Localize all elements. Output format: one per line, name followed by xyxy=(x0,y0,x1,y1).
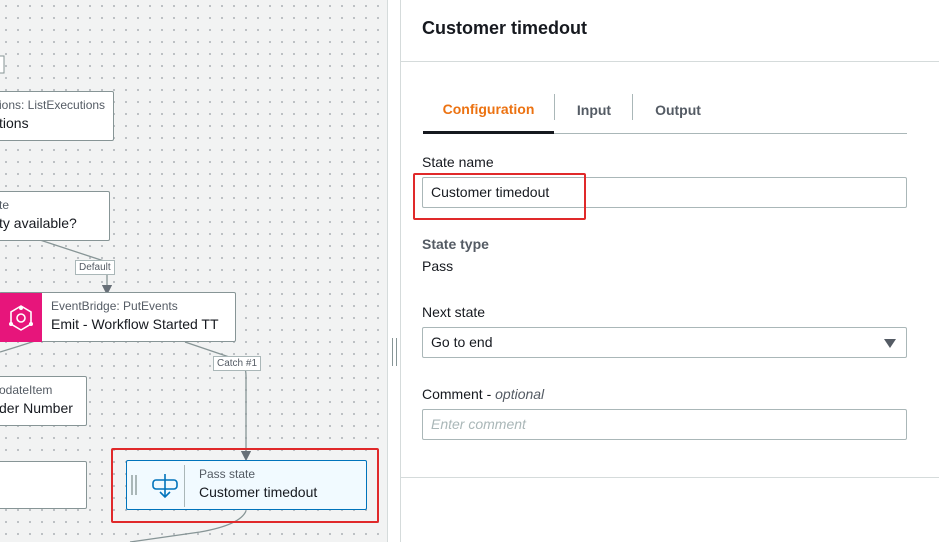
node-update-item[interactable]: odateItem der Number xyxy=(0,376,87,426)
tab-configuration[interactable]: Configuration xyxy=(423,86,554,134)
node-eventbridge-putevents[interactable]: EventBridge: PutEvents Emit - Workflow S… xyxy=(0,292,236,342)
node-sub-label: ions: ListExecutions xyxy=(0,98,106,112)
edge-label-default: Default xyxy=(75,260,115,275)
panel-title: Customer timedout xyxy=(422,18,588,38)
node-partial-left[interactable] xyxy=(0,461,87,509)
state-name-label: State name xyxy=(422,154,494,170)
tab-input[interactable]: Input xyxy=(555,86,633,134)
node-sub-label: odateItem xyxy=(0,383,53,397)
tab-output[interactable]: Output xyxy=(633,86,723,134)
node-main-label: tions xyxy=(0,115,29,131)
pass-state-icon xyxy=(145,465,185,507)
node-main-label: der Number xyxy=(0,400,73,416)
comment-label-text: Comment - xyxy=(422,386,496,402)
edge-label-catch: Catch #1 xyxy=(213,356,262,371)
panel-resize-splitter[interactable] xyxy=(387,0,400,542)
inspector-panel: Customer timedout Configuration Input Ou… xyxy=(400,0,939,542)
node-list-executions[interactable]: ions: ListExecutions tions xyxy=(0,91,114,141)
node-pass-customer-timedout[interactable]: Pass state Customer timedout xyxy=(126,460,367,510)
partial-node-stub xyxy=(0,55,5,74)
panel-divider xyxy=(401,477,939,478)
splitter-grip-icon[interactable] xyxy=(392,338,397,366)
next-state-value: Go to end xyxy=(431,334,493,350)
eventbridge-icon xyxy=(0,293,42,342)
node-sub-label: Pass state xyxy=(199,467,256,481)
node-main-label: ty available? xyxy=(0,215,77,231)
next-state-label: Next state xyxy=(422,304,486,320)
state-type-value: Pass xyxy=(422,258,454,274)
caret-down-icon xyxy=(884,339,896,348)
node-sub-label: EventBridge: PutEvents xyxy=(51,299,178,313)
comment-optional-text: optional xyxy=(495,386,545,402)
workflow-canvas[interactable]: ions: ListExecutions tions te ty availab… xyxy=(0,0,387,542)
comment-input[interactable]: Enter comment xyxy=(422,409,907,440)
drag-handle[interactable] xyxy=(131,475,137,495)
node-main-label: Emit - Workflow Started TT xyxy=(51,316,219,332)
panel-tabs: Configuration Input Output xyxy=(423,86,907,134)
node-sub-label: te xyxy=(0,198,10,212)
app-root: ions: ListExecutions tions te ty availab… xyxy=(0,0,939,542)
node-main-label: Customer timedout xyxy=(199,484,318,500)
panel-header: Customer timedout xyxy=(401,0,939,62)
state-type-label: State type xyxy=(422,236,489,252)
state-name-input[interactable]: Customer timedout xyxy=(422,177,907,208)
node-choice[interactable]: te ty available? xyxy=(0,191,110,241)
comment-label: Comment - optional xyxy=(422,386,544,402)
next-state-select[interactable]: Go to end xyxy=(422,327,907,358)
edge-next xyxy=(129,510,247,542)
